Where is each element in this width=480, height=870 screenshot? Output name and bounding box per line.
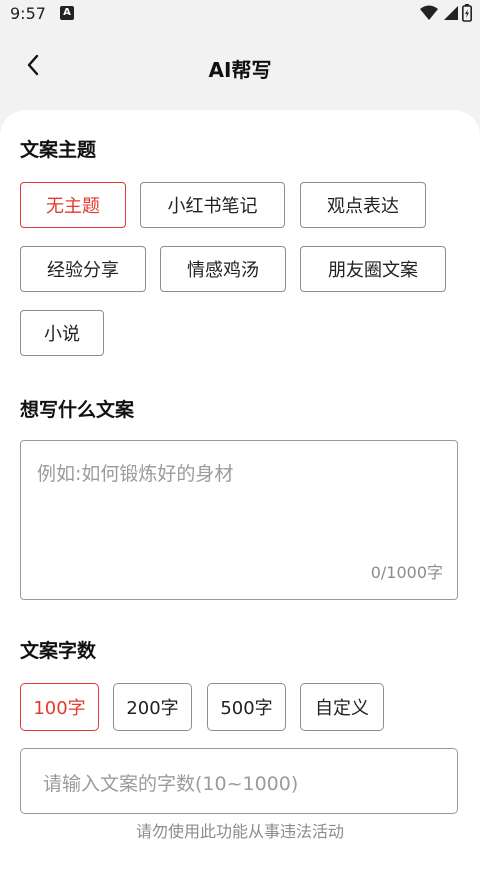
topic-chip-opinion[interactable]: 观点表达 [300,182,426,228]
wordcount-chip-500[interactable]: 500字 [207,683,286,731]
content-section-title: 想写什么文案 [20,399,135,421]
wordcount-section-title: 文案字数 [20,640,97,662]
notification-icon: A [60,6,74,20]
topic-chip-emotional[interactable]: 情感鸡汤 [160,246,286,292]
topic-section-title: 文案主题 [20,139,97,161]
topic-chip-none[interactable]: 无主题 [20,182,126,228]
disclaimer-text: 请勿使用此功能从事违法活动 [135,822,344,841]
wordcount-chip-100[interactable]: 100字 [20,683,99,731]
app-header: AI帮写 [0,38,480,98]
content-placeholder: 例如:如何锻炼好的身材 [37,463,234,485]
wordcount-chip-custom[interactable]: 自定义 [300,683,384,731]
main-panel: 文案主题 无主题 小红书笔记 观点表达 经验分享 情感鸡汤 朋友圈文案 小说 想… [0,110,480,870]
topic-chip-novel[interactable]: 小说 [20,310,104,356]
status-bar: 9:57 A [0,0,480,30]
battery-icon [462,4,472,22]
wordcount-input[interactable]: 请输入文案的字数(10~1000) [20,748,458,814]
wordcount-placeholder: 请输入文案的字数(10~1000) [43,773,299,795]
topic-chip-experience[interactable]: 经验分享 [20,246,146,292]
status-time: 9:57 [10,4,46,23]
topic-chip-xiaohongshu[interactable]: 小红书笔记 [140,182,285,228]
status-icons [420,4,472,22]
content-char-counter: 0/1000字 [370,563,443,582]
topic-chip-moments[interactable]: 朋友圈文案 [300,246,446,292]
wordcount-chip-200[interactable]: 200字 [113,683,192,731]
page-title: AI帮写 [208,58,272,82]
content-textarea[interactable]: 例如:如何锻炼好的身材 0/1000字 [20,440,458,600]
signal-icon [444,6,458,20]
wifi-icon [420,5,438,20]
